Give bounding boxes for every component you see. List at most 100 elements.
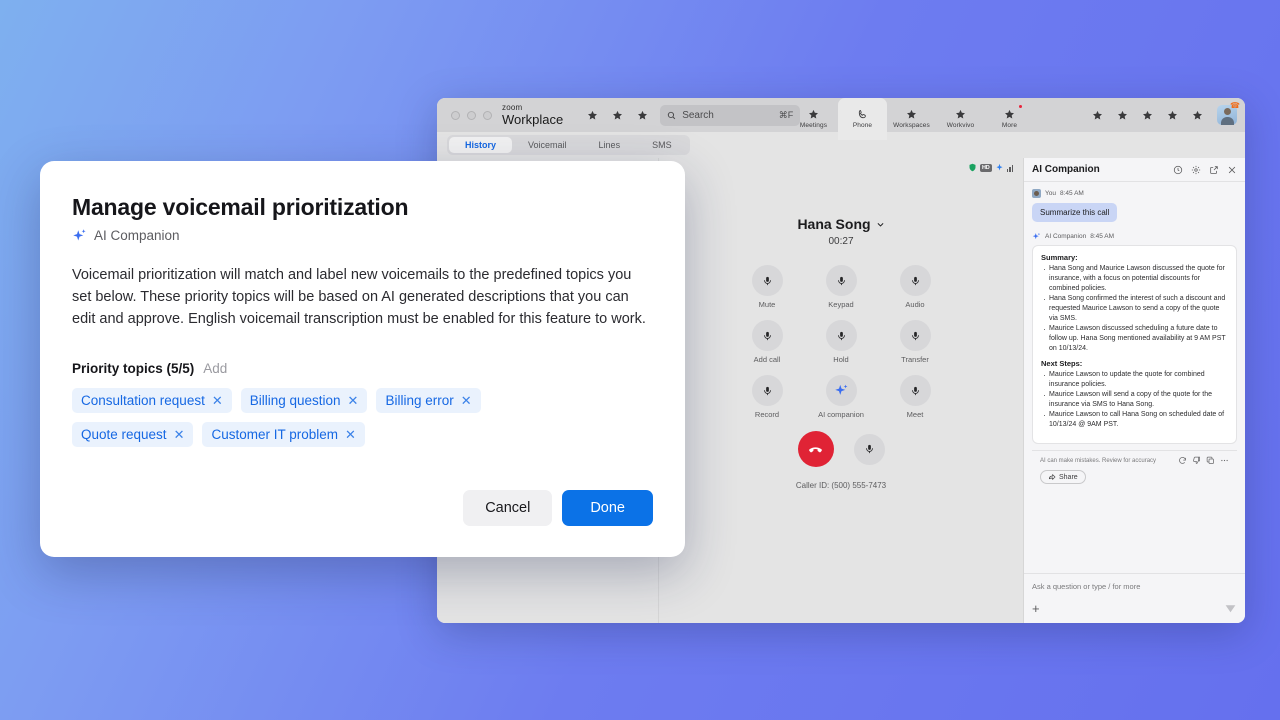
topic-chip[interactable]: Billing question ✕ [240, 388, 368, 414]
window-traffic-lights[interactable] [445, 110, 502, 120]
close-icon[interactable] [1227, 165, 1237, 175]
cancel-button[interactable]: Cancel [463, 490, 553, 526]
control-record[interactable]: Record [730, 375, 804, 419]
control-button[interactable] [751, 375, 783, 406]
next-steps-list: Maurice Lawson to update the quote for c… [1041, 369, 1229, 430]
sub-tab-sms[interactable]: SMS [636, 137, 688, 153]
control-label: Meet [906, 410, 924, 419]
main-nav-tabs[interactable]: Meetings Phone Workspaces Workvivo More [789, 98, 1034, 140]
star-icon[interactable] [612, 110, 623, 121]
remove-topic-icon[interactable]: ✕ [345, 428, 356, 441]
send-icon[interactable] [1224, 602, 1237, 615]
tab-label: More [1001, 122, 1018, 129]
priority-topics-list: Consultation request ✕ Billing question … [72, 388, 542, 448]
call-timer: 00:27 [828, 236, 854, 247]
control-button[interactable] [899, 375, 931, 406]
search-placeholder: Search [682, 109, 714, 121]
chevron-down-icon[interactable] [876, 220, 885, 229]
phone-sub-tabs[interactable]: History Voicemail Lines SMS [447, 135, 690, 155]
microphone-icon [911, 276, 919, 285]
star-icon[interactable] [1117, 110, 1128, 121]
popout-icon[interactable] [1209, 165, 1219, 175]
list-item: Maurice Lawson to update the quote for c… [1041, 369, 1229, 390]
share-icon [1048, 473, 1056, 481]
control-audio[interactable]: Audio [878, 265, 952, 309]
star-icon[interactable] [587, 110, 598, 121]
remove-topic-icon[interactable]: ✕ [212, 394, 223, 407]
control-ai-companion[interactable]: AI companion [804, 375, 878, 419]
message-time: 8:45 AM [1090, 233, 1115, 240]
close-window-button[interactable] [451, 110, 460, 120]
control-label: Mute [758, 300, 776, 309]
star-icon[interactable] [1092, 110, 1103, 121]
message-author: AI Companion [1045, 233, 1087, 240]
topic-label: Billing question [249, 393, 341, 409]
topic-chip[interactable]: Customer IT problem ✕ [202, 422, 365, 448]
dialog-subtitle: AI Companion [72, 228, 653, 243]
ai-input-area[interactable]: Ask a question or type / for more + [1024, 573, 1245, 623]
tab-workspaces[interactable]: Workspaces [887, 98, 936, 140]
tab-workvivo[interactable]: Workvivo [936, 98, 985, 140]
control-button[interactable] [899, 265, 931, 296]
control-hold[interactable]: Hold [804, 320, 878, 364]
ai-input-actions: + [1032, 602, 1237, 615]
control-label: Hold [833, 355, 849, 364]
control-button[interactable] [751, 320, 783, 351]
sub-tab-history[interactable]: History [449, 137, 513, 153]
avatar[interactable]: ☎ [1217, 101, 1240, 125]
control-button[interactable] [825, 265, 857, 296]
status-indicator-icon: ☎ [1230, 101, 1240, 110]
history-icon[interactable] [1173, 165, 1183, 175]
tab-phone[interactable]: Phone [838, 98, 887, 140]
maximize-window-button[interactable] [483, 110, 492, 120]
control-button[interactable] [899, 320, 931, 351]
star-icon[interactable] [1142, 110, 1153, 121]
sub-tab-voicemail[interactable]: Voicemail [512, 137, 583, 153]
thumbs-down-icon[interactable] [1192, 456, 1201, 465]
topic-chip[interactable]: Billing error ✕ [376, 388, 481, 414]
extra-control-button[interactable] [853, 433, 885, 465]
star-icon[interactable] [1167, 110, 1178, 121]
ai-panel-header-icons [1173, 165, 1237, 175]
star-icon[interactable] [1192, 110, 1203, 121]
signal-bars-icon [1006, 164, 1013, 172]
topic-label: Quote request [81, 427, 167, 443]
remove-topic-icon[interactable]: ✕ [348, 394, 359, 407]
add-topic-button[interactable]: Add [203, 361, 227, 376]
control-keypad[interactable]: Keypad [804, 265, 878, 309]
tab-more[interactable]: More [985, 98, 1034, 140]
caller-name[interactable]: Hana Song [659, 216, 1023, 232]
control-meet[interactable]: Meet [878, 375, 952, 419]
control-label: Record [754, 410, 780, 419]
remove-topic-icon[interactable]: ✕ [174, 428, 185, 441]
microphone-icon [763, 276, 771, 285]
control-mute[interactable]: Mute [730, 265, 804, 309]
search-input[interactable]: Search ⌘F [660, 104, 801, 126]
control-add-call[interactable]: Add call [730, 320, 804, 364]
microphone-icon [911, 386, 919, 395]
ai-conversation: You 8:45 AM Summarize this call AI Compa… [1024, 182, 1245, 573]
done-button[interactable]: Done [562, 490, 653, 526]
sub-tab-lines[interactable]: Lines [583, 137, 637, 153]
tab-meetings[interactable]: Meetings [789, 98, 838, 140]
regenerate-icon[interactable] [1178, 456, 1187, 465]
control-button[interactable] [751, 265, 783, 296]
control-button[interactable] [825, 320, 857, 351]
topic-chip[interactable]: Quote request ✕ [72, 422, 194, 448]
remove-topic-icon[interactable]: ✕ [461, 394, 472, 407]
gear-icon[interactable] [1191, 165, 1201, 175]
control-transfer[interactable]: Transfer [878, 320, 952, 364]
end-call-button[interactable] [797, 431, 834, 467]
star-icon[interactable] [637, 110, 648, 121]
avatar-body [1220, 117, 1234, 125]
share-button[interactable]: Share [1040, 470, 1086, 485]
copy-icon[interactable] [1206, 456, 1215, 465]
more-icon[interactable] [1220, 456, 1229, 465]
topic-chip[interactable]: Consultation request ✕ [72, 388, 232, 414]
hd-badge: HD [979, 163, 992, 172]
add-attachment-icon[interactable]: + [1032, 602, 1040, 615]
summary-list: Hana Song and Maurice Lawson discussed t… [1041, 263, 1229, 353]
avatar [1032, 189, 1041, 198]
control-button[interactable] [825, 375, 857, 406]
minimize-window-button[interactable] [467, 110, 476, 120]
